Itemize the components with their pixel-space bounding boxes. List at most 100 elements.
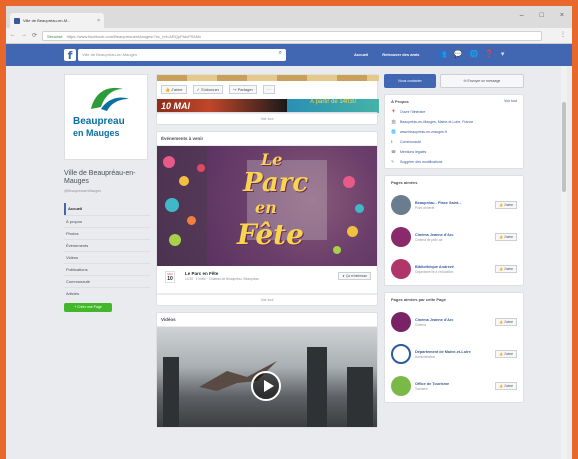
interested-button[interactable]: ★ Ça m'intéresse [338, 272, 371, 280]
nav-home[interactable]: Accueil [354, 52, 368, 57]
bokeh-dot [347, 226, 358, 237]
liked-pages-title: Pages aimées [391, 180, 418, 185]
back-icon[interactable]: ← [10, 32, 16, 39]
nav-item-articles[interactable]: Articles [64, 287, 150, 299]
avatar[interactable] [391, 344, 411, 364]
like-page-button[interactable]: 👍 J'aime [495, 318, 517, 326]
minimize-button[interactable]: – [520, 12, 524, 19]
page-actions-card: 👍 J'aime ✓ S'abonner ↪ Partager ··· 10 M… [156, 74, 379, 113]
nav-item-events[interactable]: Événements [64, 239, 150, 251]
play-icon[interactable] [251, 371, 281, 401]
see-all-events-link[interactable]: Voir tout [157, 294, 377, 305]
like-page-button[interactable]: 👍 J'aime [495, 265, 517, 273]
event-image-title-3: en [255, 198, 277, 217]
messages-icon[interactable]: 💬 [454, 50, 463, 58]
page-title[interactable]: Ville de Beaupréau-en-Mauges [64, 170, 150, 186]
like-page-button[interactable]: 👍 J'aime [495, 233, 517, 241]
bokeh-dot [163, 156, 175, 168]
scrollbar-thumb[interactable] [562, 102, 566, 192]
avatar[interactable] [391, 376, 411, 396]
event-row[interactable]: MAI 10 Le Parc en Fête 14:30 · 1 invité … [157, 266, 377, 294]
event-image-title-4: Fête [237, 218, 304, 251]
liked-page-category: Organisme lié à l'éducation [415, 269, 454, 274]
nav-item-videos[interactable]: Vidéos [64, 251, 150, 263]
promo-banner[interactable]: 10 MAI [157, 99, 287, 113]
avatar[interactable] [391, 259, 411, 279]
bokeh-dot [343, 176, 355, 188]
avatar[interactable] [391, 195, 411, 215]
see-all-link[interactable]: Voir tout [157, 113, 377, 124]
about-row[interactable]: ✎ Suggérer des modifications [385, 158, 523, 168]
send-message-button[interactable]: ✉ Envoyer un message [440, 74, 524, 88]
url-text: https://www.facebook.com/BeaupreauenMaug… [66, 34, 201, 39]
cover-strip [157, 75, 379, 81]
calendar-icon: MAI 10 [165, 271, 175, 283]
create-page-button[interactable]: + Créer une Page [64, 303, 112, 312]
profile-picture[interactable]: Beaupreau en Mauges [64, 74, 148, 160]
close-window-button[interactable]: × [560, 12, 564, 19]
liked-page-item[interactable]: Cinéma Jeanne d'Arc Cinéma de plein air 👍… [385, 221, 523, 253]
search-input[interactable]: Ville de Beaupréau-en-Mauges ⌕ [78, 49, 286, 61]
nav-item-about[interactable]: À propos [64, 215, 150, 227]
secure-label: Sécurisé [47, 34, 63, 39]
forward-icon[interactable]: → [21, 32, 27, 39]
more-button[interactable]: ··· [262, 85, 275, 94]
browser-window: Ville de Beaupréau-en-M... × – □ × ← → ⟳… [6, 6, 572, 459]
help-icon[interactable]: ❓ [485, 50, 494, 58]
about-row-text: Mentions légales [400, 150, 427, 154]
event-image[interactable]: Le Parc en Fête [157, 146, 377, 266]
about-row[interactable]: 📍 Ouvrir l'itinéraire [385, 108, 523, 118]
like-page-button[interactable]: 👍 J'aime [495, 201, 517, 209]
reload-icon[interactable]: ⟳ [32, 32, 37, 39]
account-menu-icon[interactable]: ▾ [501, 50, 505, 58]
liked-page-text: Bibliothèque Andrezé Organisme lié à l'éd… [415, 265, 491, 274]
about-header: À Propos Voir tout [385, 95, 523, 108]
about-see-all-link[interactable]: Voir tout [504, 99, 517, 104]
liked-page-item[interactable]: Bibliothèque Andrezé Organisme lié à l'éd… [385, 253, 523, 285]
nav-item-home[interactable]: Accueil [64, 203, 150, 215]
nav-item-community[interactable]: Communauté [64, 275, 150, 287]
right-column: Nous contacter ✉ Envoyer un message À Pr… [384, 74, 524, 409]
avatar[interactable] [391, 312, 411, 332]
fb-nav: Accueil Retrouver des amis [354, 52, 419, 57]
browser-tab[interactable]: Ville de Beaupréau-en-M... × [10, 13, 104, 28]
liked-pages-card: Pages aimées Beaupréau - Place Saint... P… [384, 175, 524, 286]
about-row[interactable]: ☎ Mentions légales [385, 148, 523, 158]
edit-icon: ✎ [391, 159, 395, 164]
video-thumbnail[interactable] [157, 327, 377, 427]
event-name[interactable]: Le Parc en Fête [185, 271, 218, 276]
about-card: À Propos Voir tout 📍 Ouvrir l'itinéraire … [384, 94, 524, 169]
search-icon[interactable]: ⌕ [279, 50, 282, 57]
bokeh-dot [187, 216, 196, 225]
notifications-icon[interactable]: 🌐 [469, 50, 478, 58]
like-page-button[interactable]: 👍 J'aime [495, 382, 517, 390]
liked-page-item[interactable]: Cinéma Jeanne d'Arc Cinéma 👍 J'aime [385, 306, 523, 338]
liked-page-item[interactable]: Beaupréau - Place Saint... Point d'intérê… [385, 189, 523, 221]
nav-find-friends[interactable]: Retrouver des amis [382, 52, 419, 57]
contact-button[interactable]: Nous contacter [384, 74, 436, 88]
share-button[interactable]: ↪ Partager [229, 85, 257, 94]
liked-page-item[interactable]: Département de Maine-et-Loire Administrat… [385, 338, 523, 370]
search-input-text: Ville de Beaupréau-en-Mauges [82, 52, 138, 57]
follow-button[interactable]: ✓ S'abonner [192, 85, 224, 94]
avatar[interactable] [391, 227, 411, 247]
fb-icons: 👥 💬 🌐 ❓ ▾ [438, 50, 504, 58]
friends-icon[interactable]: 👥 [438, 50, 447, 58]
promo-banner-2[interactable]: À partir de 14h30 [287, 99, 379, 113]
like-button[interactable]: 👍 J'aime [161, 85, 187, 94]
liked-page-item[interactable]: Office de Tourisme Tourisme 👍 J'aime [385, 370, 523, 402]
pages-liked-by-page-title: Pages aimées par cette Page [391, 297, 446, 302]
like-page-button[interactable]: 👍 J'aime [495, 350, 517, 358]
about-row-text: Communauté [400, 140, 422, 144]
about-row[interactable]: ℹ Communauté [385, 138, 523, 148]
maximize-button[interactable]: □ [540, 12, 544, 19]
url-input[interactable]: Sécurisé https://www.facebook.com/Beaupre… [42, 31, 542, 41]
page-scrollbar[interactable] [561, 66, 567, 459]
nav-item-photos[interactable]: Photos [64, 227, 150, 239]
facebook-logo-icon[interactable]: f [64, 49, 76, 62]
about-row[interactable]: 🏛 Beaupréau-en-Mauges, Maine-et-Loire, Fr… [385, 118, 523, 128]
nav-item-posts[interactable]: Publications [64, 263, 150, 275]
tab-close-icon[interactable]: × [97, 18, 100, 24]
browser-menu-icon[interactable]: ⋮ [560, 31, 566, 38]
about-row[interactable]: 🌐 www.beaupreau-en-mauges.fr [385, 128, 523, 138]
